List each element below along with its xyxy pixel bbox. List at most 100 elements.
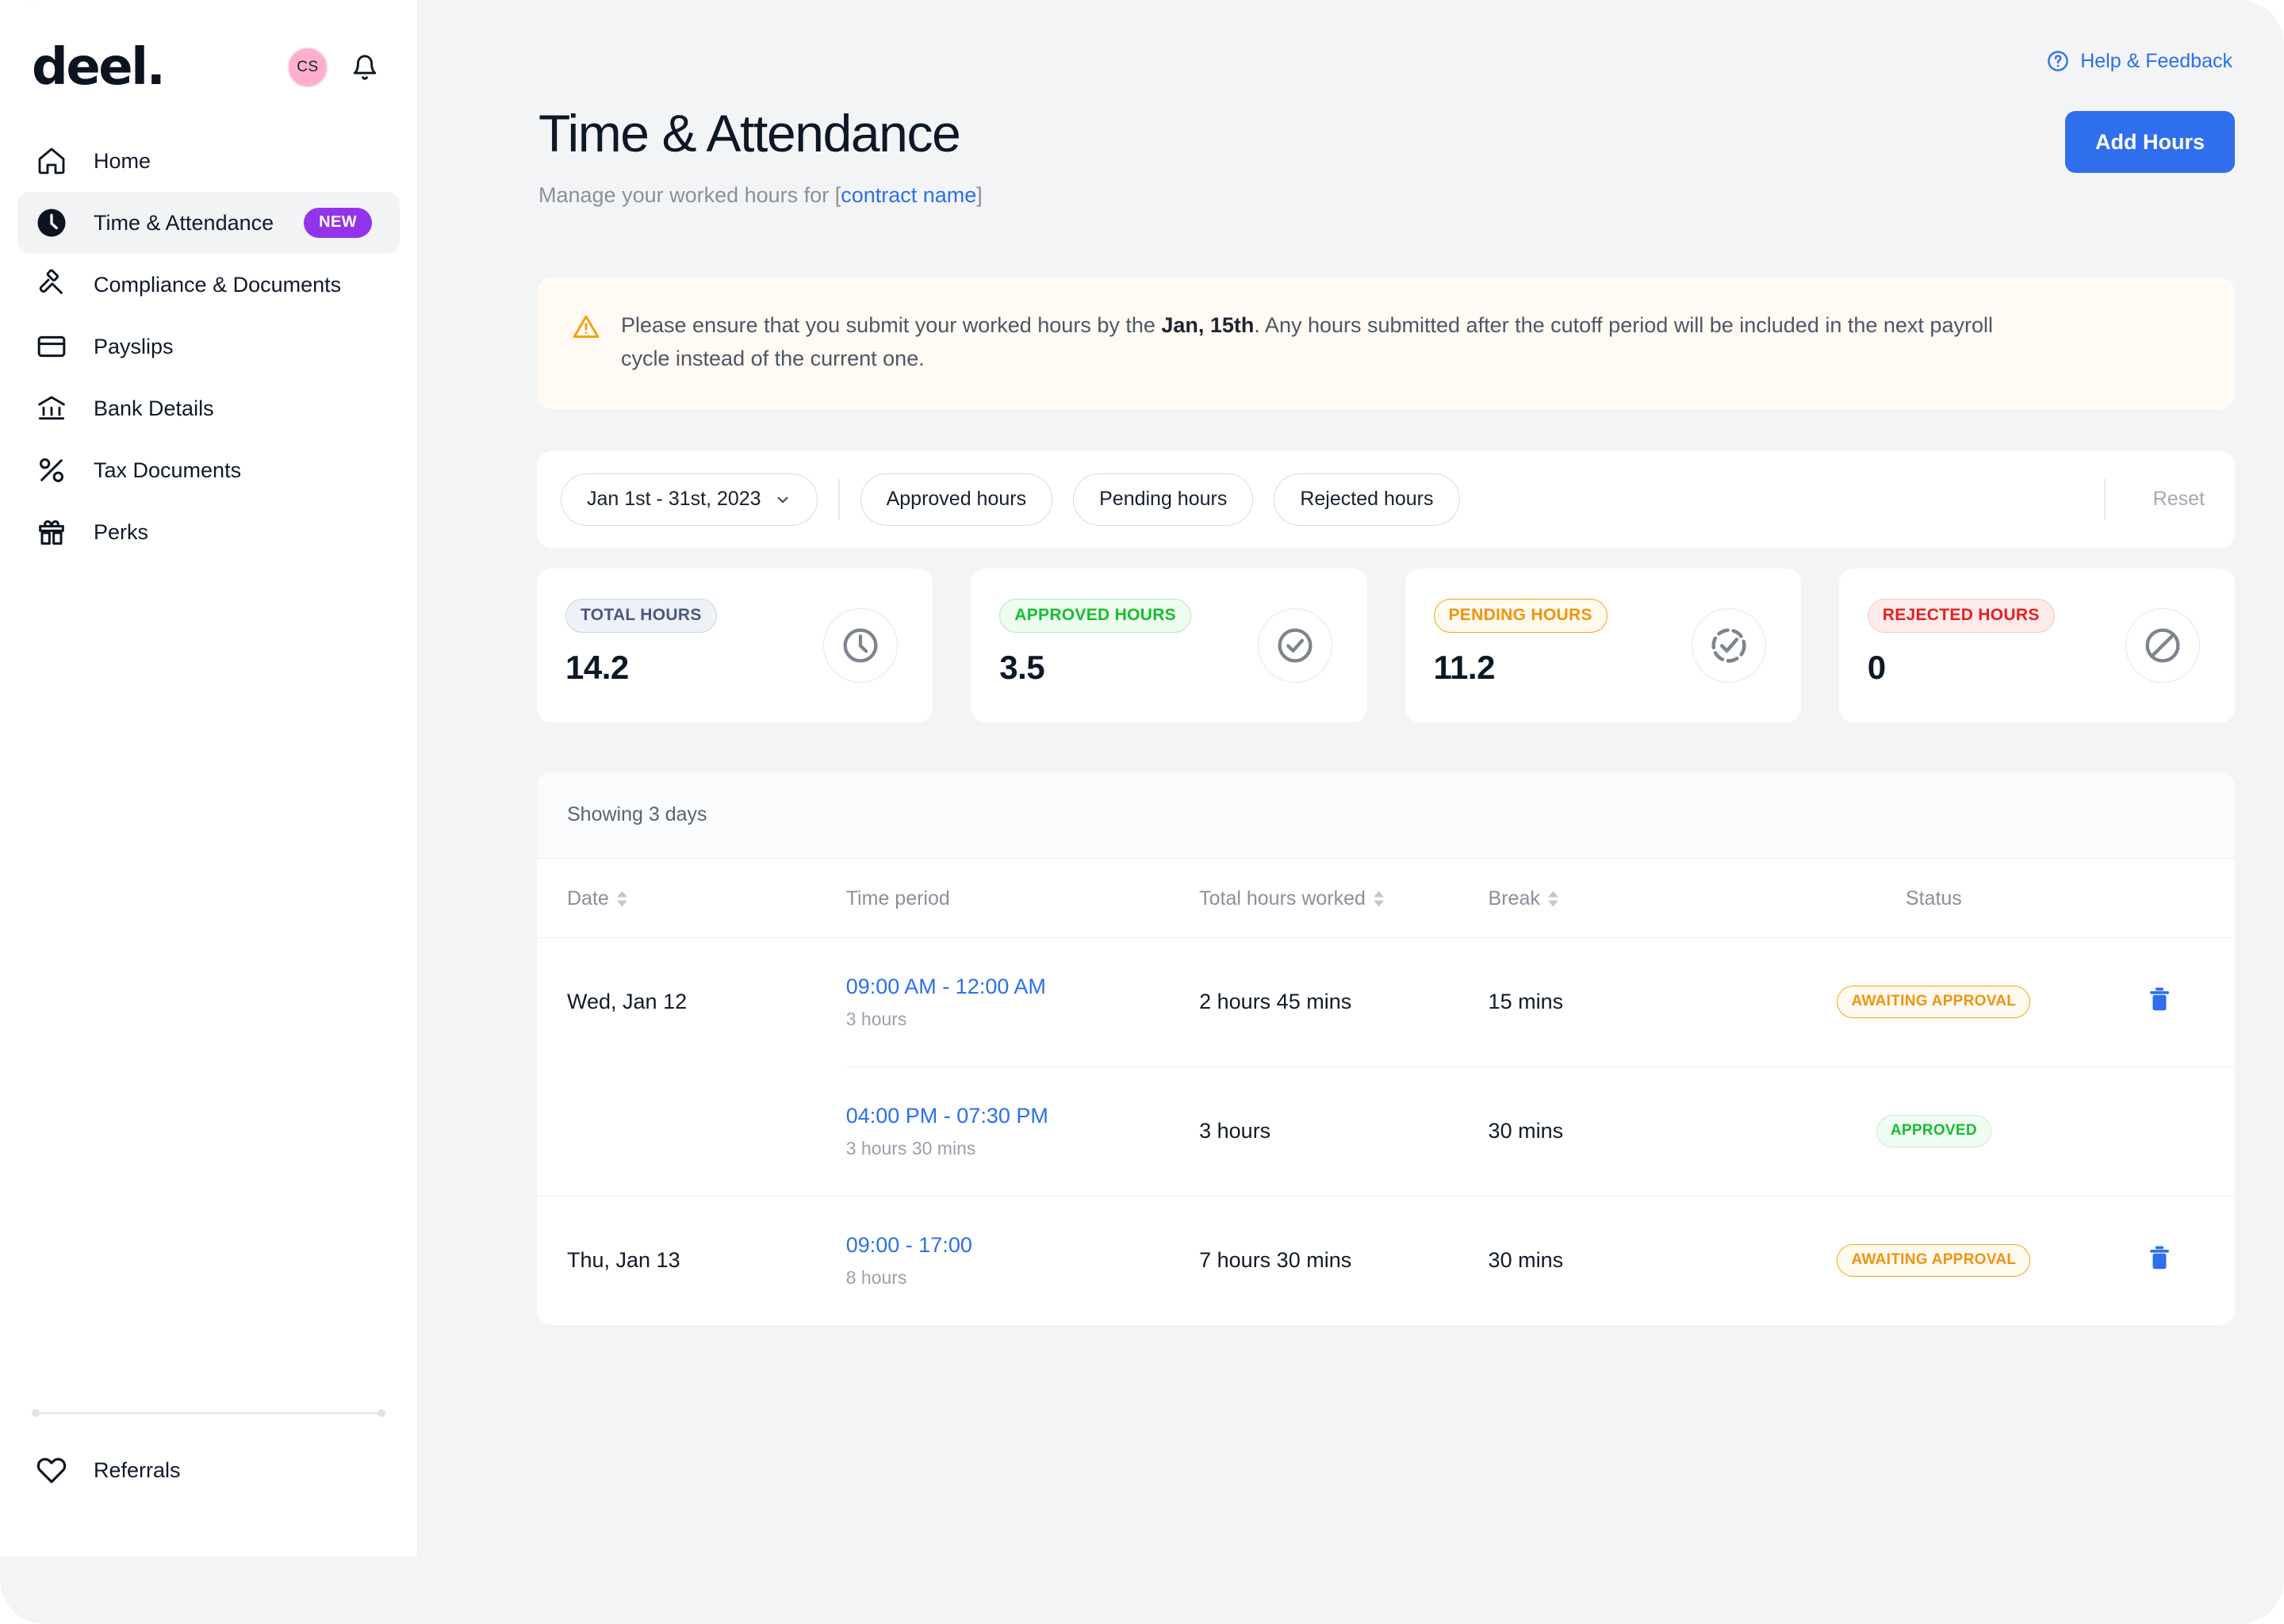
- sidebar-bottom: Referrals: [0, 1417, 417, 1557]
- chevron-down-icon: [774, 491, 791, 508]
- stat-card-approved-hours: APPROVED HOURS 3.5: [971, 568, 1367, 722]
- cell-actions: [2114, 1195, 2235, 1325]
- column-header-status: Status: [1753, 858, 2115, 938]
- pending-check-icon: [1691, 607, 1766, 683]
- sidebar-item-perks[interactable]: Perks: [17, 501, 400, 563]
- column-header-date[interactable]: Date: [537, 858, 846, 938]
- stat-label: REJECTED HOURS: [1867, 598, 2055, 633]
- time-period-duration: 3 hours 30 mins: [845, 1137, 976, 1159]
- column-label: Total hours worked: [1199, 887, 1366, 910]
- reset-button[interactable]: Reset: [2126, 488, 2205, 511]
- deel-logo[interactable]: deel.: [32, 42, 166, 93]
- filter-chip-pending-hours[interactable]: Pending hours: [1073, 473, 1254, 526]
- notification-bell-icon[interactable]: [349, 50, 381, 85]
- contract-name-link[interactable]: contract name: [841, 183, 976, 207]
- filter-chip-rejected-hours[interactable]: Rejected hours: [1274, 473, 1460, 526]
- sort-icon: [1373, 891, 1384, 907]
- add-hours-button[interactable]: Add Hours: [2065, 111, 2235, 173]
- column-header-break[interactable]: Break: [1488, 858, 1753, 938]
- app-window: deel. CS Home Time & Attendance NEW Comp…: [0, 0, 2284, 1624]
- content-area: Please ensure that you submit your worke…: [537, 278, 2235, 1325]
- sidebar-item-home[interactable]: Home: [17, 130, 400, 192]
- sidebar-item-label: Time & Attendance: [94, 210, 274, 235]
- stat-card-rejected-hours: REJECTED HOURS 0: [1838, 568, 2235, 722]
- gift-icon: [33, 514, 70, 550]
- time-period-duration: 3 hours: [845, 1008, 907, 1029]
- avatar[interactable]: CS: [287, 47, 328, 88]
- cutoff-warning-banner: Please ensure that you submit your worke…: [537, 278, 2235, 409]
- cell-status: APPROVED: [1753, 1066, 2115, 1197]
- sidebar-item-label: Home: [94, 148, 151, 173]
- cell-break: 30 mins: [1488, 1066, 1753, 1197]
- cell-status: AWAITING APPROVAL: [1753, 937, 2115, 1067]
- sort-icon: [1547, 891, 1558, 907]
- sidebar: deel. CS Home Time & Attendance NEW Comp…: [0, 0, 418, 1557]
- sidebar-item-label: Referrals: [94, 1457, 181, 1482]
- question-circle-icon: [2046, 49, 2070, 73]
- sidebar-item-bank-details[interactable]: Bank Details: [17, 377, 400, 439]
- blocked-icon: [2125, 607, 2200, 683]
- home-icon: [33, 143, 70, 179]
- time-period-value[interactable]: 09:00 - 17:00: [846, 1233, 1199, 1258]
- cell-total-hours: 2 hours 45 mins: [1199, 990, 1352, 1014]
- table-row[interactable]: Thu, Jan 13 09:00 - 17:00 8 hours 7 hour…: [537, 1195, 2235, 1325]
- gavel-icon: [33, 266, 70, 303]
- cell-total-hours: 7 hours 30 mins: [1199, 1195, 1489, 1325]
- table-row[interactable]: Wed, Jan 12 09:00 AM - 12:00 AM 3 hours …: [537, 937, 2235, 1067]
- stat-cards: TOTAL HOURS 14.2 APPROVED HOURS 3.5 PEND…: [537, 568, 2235, 722]
- hours-table: Date Time period Total hours worked Brea…: [537, 858, 2235, 1325]
- column-header-total-hours-worked[interactable]: Total hours worked: [1199, 858, 1489, 938]
- sidebar-item-tax-documents[interactable]: Tax Documents: [17, 439, 400, 501]
- cell-actions: [2114, 1066, 2235, 1197]
- column-header-time-period: Time period: [845, 858, 1200, 938]
- sort-icon: [616, 891, 627, 907]
- delete-icon[interactable]: [2148, 986, 2171, 1013]
- column-label: Status: [1905, 887, 1962, 910]
- hours-table-card: Showing 3 days Date Time period Total ho…: [537, 771, 2235, 1325]
- column-label: Date: [567, 887, 609, 910]
- status-badge: APPROVED: [1876, 1115, 1991, 1148]
- bank-icon: [33, 390, 70, 427]
- column-header-actions: [2114, 858, 2235, 938]
- cell-date: Wed, Jan 12: [567, 990, 688, 1014]
- stat-label: APPROVED HOURS: [999, 598, 1191, 633]
- sidebar-item-compliance-documents[interactable]: Compliance & Documents: [17, 254, 400, 316]
- help-feedback-link[interactable]: Help & Feedback: [2046, 49, 2232, 73]
- cell-time-period: 09:00 AM - 12:00 AM 3 hours: [846, 937, 1199, 1067]
- date-range-select[interactable]: Jan 1st - 31st, 2023: [561, 473, 818, 526]
- stat-label: PENDING HOURS: [1433, 598, 1608, 633]
- heart-icon: [33, 1452, 70, 1488]
- status-badge: AWAITING APPROVAL: [1837, 986, 2031, 1019]
- table-row[interactable]: 04:00 PM - 07:30 PM 3 hours 30 mins 3 ho…: [537, 1066, 2235, 1197]
- sidebar-item-referrals[interactable]: Referrals: [17, 1439, 400, 1501]
- sidebar-divider: [32, 1409, 385, 1417]
- cell-total-hours: 3 hours: [1199, 1066, 1489, 1197]
- cell-date: Thu, Jan 13: [537, 1195, 846, 1325]
- table-header-row: Date Time period Total hours worked Brea…: [537, 858, 2235, 938]
- warning-triangle-icon: [572, 309, 600, 376]
- time-period-value[interactable]: 09:00 AM - 12:00 AM: [846, 975, 1199, 999]
- sidebar-item-label: Bank Details: [94, 396, 214, 420]
- page-subtitle-suffix: ]: [976, 183, 983, 207]
- page-subtitle: Manage your worked hours for [contract n…: [538, 183, 983, 208]
- time-period-duration: 8 hours: [845, 1266, 907, 1288]
- sidebar-brand-row: deel. CS: [0, 0, 417, 95]
- filter-bar: Jan 1st - 31st, 2023 Approved hours Pend…: [537, 450, 2235, 548]
- stat-card-pending-hours: PENDING HOURS 11.2: [1405, 568, 1801, 722]
- sidebar-item-payslips[interactable]: Payslips: [17, 316, 400, 377]
- sidebar-item-time-attendance[interactable]: Time & Attendance NEW: [17, 192, 400, 254]
- filter-chip-approved-hours[interactable]: Approved hours: [860, 473, 1053, 526]
- stat-label: TOTAL HOURS: [565, 598, 717, 633]
- sidebar-item-label: Compliance & Documents: [94, 272, 342, 297]
- date-range-value: Jan 1st - 31st, 2023: [587, 488, 761, 511]
- time-period-value[interactable]: 04:00 PM - 07:30 PM: [846, 1104, 1199, 1128]
- reset-divider: [2103, 478, 2106, 520]
- banner-text-before: Please ensure that you submit your worke…: [621, 313, 1162, 337]
- delete-icon[interactable]: [2148, 1245, 2171, 1271]
- sidebar-item-label: Tax Documents: [94, 458, 242, 482]
- status-badge: AWAITING APPROVAL: [1837, 1244, 2031, 1277]
- clock-icon: [33, 205, 70, 241]
- page-header: Time & Attendance Manage your worked hou…: [538, 107, 983, 208]
- clock-icon: [823, 607, 899, 683]
- banner-text: Please ensure that you submit your worke…: [621, 309, 2041, 376]
